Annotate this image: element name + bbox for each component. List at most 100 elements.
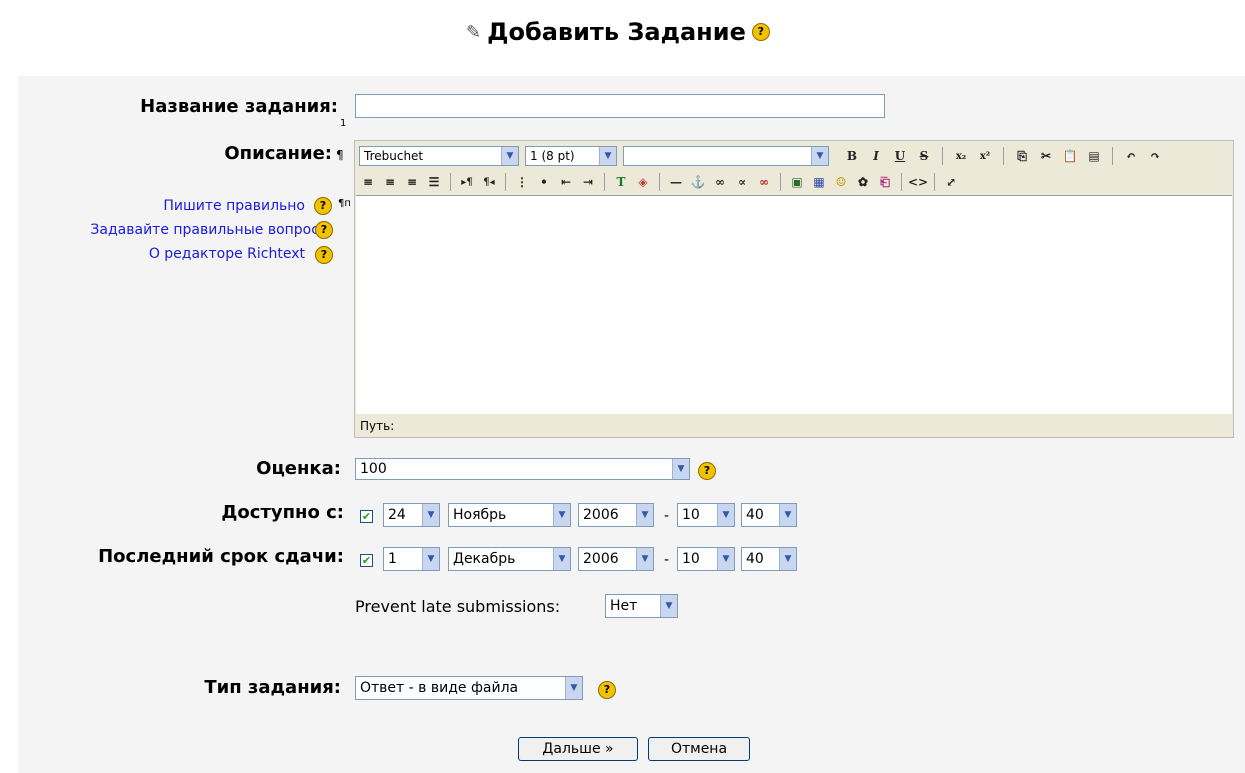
help-link-richtext[interactable]: О редакторе Richtext [149, 246, 305, 262]
justify-icon[interactable]: ☰ [425, 173, 443, 191]
style-select[interactable]: ▼ [623, 146, 829, 166]
nolink-icon[interactable]: ∞ [755, 173, 773, 191]
underline-icon[interactable]: U [891, 147, 909, 165]
due-day-select[interactable]: 1 ▼ [383, 547, 440, 571]
chevron-down-icon: ▼ [422, 548, 439, 570]
strikethrough-icon[interactable]: S [915, 147, 933, 165]
prevent-late-value: Нет [610, 598, 638, 614]
help-link-richtext-label[interactable]: О редакторе Richtext [149, 246, 305, 262]
due-month-select[interactable]: Декабрь ▼ [448, 547, 571, 571]
copy-icon[interactable]: ⎘ [1013, 147, 1031, 165]
help-icon[interactable]: ? [315, 246, 333, 264]
fullscreen-icon[interactable]: ⤢ [942, 173, 960, 191]
horizontal-rule-icon[interactable]: — [667, 173, 685, 191]
next-button[interactable]: Дальше » [518, 737, 638, 761]
help-icon[interactable]: ? [314, 197, 332, 215]
available-month-select[interactable]: Ноябрь ▼ [448, 503, 571, 527]
due-month-value: Декабрь [453, 551, 516, 567]
cancel-button[interactable]: Отмена [648, 737, 750, 761]
assignment-type-value: Ответ - в виде файла [360, 680, 519, 696]
available-minute-value: 40 [746, 507, 764, 523]
paste-word-icon[interactable]: ▤ [1085, 147, 1103, 165]
align-right-icon[interactable]: ≡ [403, 173, 421, 191]
available-minute-select[interactable]: 40 ▼ [741, 503, 797, 527]
anchor-icon[interactable]: ⚓ [689, 173, 707, 191]
help-link-questions[interactable]: Задавайте правильные вопросы [90, 222, 330, 238]
due-hour-select[interactable]: 10 ▼ [677, 547, 735, 571]
due-year-value: 2006 [583, 551, 619, 567]
special-char-icon[interactable]: ✿ [854, 173, 872, 191]
assignment-type-select[interactable]: Ответ - в виде файла ▼ [355, 676, 583, 700]
rtl-icon[interactable]: ¶◂ [480, 173, 498, 191]
available-checkbox[interactable]: ✔ [360, 510, 373, 523]
image-icon[interactable]: ▣ [788, 173, 806, 191]
font-select-value: Trebuchet [364, 149, 424, 163]
available-year-value: 2006 [583, 507, 619, 523]
undo-icon[interactable]: ↶ [1122, 147, 1140, 165]
subscript-icon[interactable]: x₂ [952, 147, 970, 165]
chevron-down-icon: ▼ [811, 147, 828, 165]
available-hour-select[interactable]: 10 ▼ [677, 503, 735, 527]
search-replace-icon[interactable]: ⎗ [876, 173, 894, 191]
due-minute-select[interactable]: 40 ▼ [741, 547, 797, 571]
editor-text-area[interactable] [356, 195, 1232, 414]
help-icon[interactable]: ? [598, 681, 616, 699]
chevron-down-icon: ▼ [636, 548, 653, 570]
available-day-select[interactable]: 24 ▼ [383, 503, 440, 527]
help-icon[interactable]: ? [315, 221, 333, 239]
font-select[interactable]: Trebuchet ▼ [359, 146, 519, 166]
chevron-down-icon: ▼ [660, 595, 677, 617]
help-icon[interactable]: ? [751, 23, 770, 41]
grade-select-value: 100 [360, 461, 387, 477]
paste-icon[interactable]: 📋 [1061, 147, 1079, 165]
due-year-select[interactable]: 2006 ▼ [578, 547, 654, 571]
superscript-icon[interactable]: x² [976, 147, 994, 165]
cut-icon[interactable]: ✂ [1037, 147, 1055, 165]
indent-icon[interactable]: ⇥ [579, 173, 597, 191]
bold-icon[interactable]: B [843, 147, 861, 165]
assignment-name-input[interactable] [355, 94, 885, 118]
toolbar-divider [934, 173, 935, 191]
toolbar-divider [901, 173, 902, 191]
page-title-wrap: ✎ Добавить Задание ? [466, 18, 770, 46]
link-icon[interactable]: ∞ [711, 173, 729, 191]
background-color-icon[interactable]: ◈ [634, 173, 652, 191]
text-color-icon[interactable]: T [612, 173, 630, 191]
chevron-down-icon: ▼ [779, 548, 796, 570]
italic-icon[interactable]: I [867, 147, 885, 165]
ordered-list-icon[interactable]: ⋮ [513, 173, 531, 191]
grade-select[interactable]: 100 ▼ [355, 458, 690, 480]
redo-icon[interactable]: ↷ [1146, 147, 1164, 165]
unordered-list-icon[interactable]: • [535, 173, 553, 191]
richtext-editor: Trebuchet ▼ 1 (8 pt) ▼ ▼ B I U S x₂ x² ⎘ ✂… [354, 140, 1234, 438]
unlink-icon[interactable]: ∝ [733, 173, 751, 191]
smiley-icon[interactable]: ☺ [832, 173, 850, 191]
help-link-write-label[interactable]: Пишите правильно [163, 198, 305, 214]
toolbar-divider [780, 173, 781, 191]
chevron-down-icon: ▼ [636, 504, 653, 526]
align-left-icon[interactable]: ≡ [359, 173, 377, 191]
prevent-late-select[interactable]: Нет ▼ [605, 594, 678, 618]
time-separator: - [664, 552, 670, 568]
available-year-select[interactable]: 2006 ▼ [578, 503, 654, 527]
chevron-down-icon: ▼ [779, 504, 796, 526]
html-source-icon[interactable]: <> [908, 173, 928, 191]
due-day-value: 1 [388, 551, 397, 567]
align-center-icon[interactable]: ≡ [381, 173, 399, 191]
help-link-write[interactable]: Пишите правильно [163, 198, 305, 214]
chevron-down-icon: ▼ [672, 459, 689, 479]
ltr-icon[interactable]: ▸¶ [458, 173, 476, 191]
help-icon[interactable]: ? [698, 462, 716, 480]
time-separator: - [664, 508, 670, 524]
outdent-icon[interactable]: ⇤ [557, 173, 575, 191]
toolbar-divider [604, 173, 605, 191]
editor-fragment-c: ¶п [338, 198, 351, 209]
chevron-down-icon: ▼ [501, 147, 518, 165]
toolbar-divider [942, 147, 943, 165]
due-checkbox[interactable]: ✔ [360, 554, 373, 567]
table-icon[interactable]: ▦ [810, 173, 828, 191]
chevron-down-icon: ▼ [565, 677, 582, 699]
help-link-questions-label[interactable]: Задавайте правильные вопросы [90, 222, 330, 238]
toolbar-divider [450, 173, 451, 191]
size-select[interactable]: 1 (8 pt) ▼ [525, 146, 617, 166]
